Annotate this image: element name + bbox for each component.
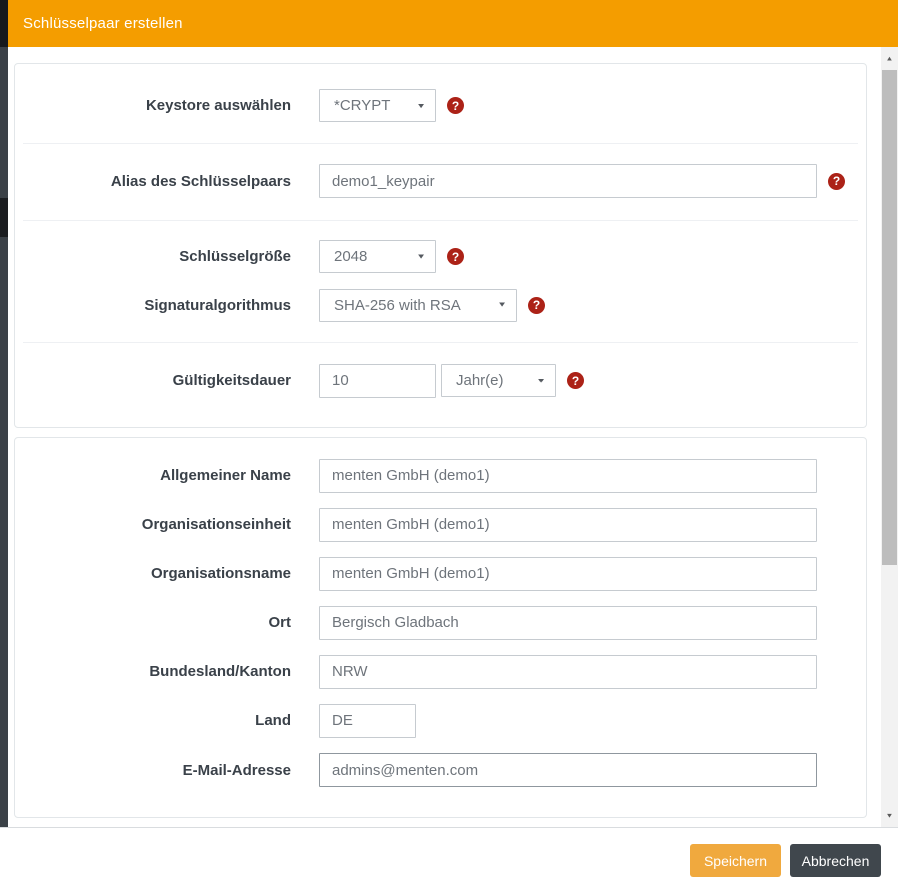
form-row-common-name: Allgemeiner Name [15,459,866,492]
validity-label: Gültigkeitsdauer [15,372,291,389]
row-divider [23,143,858,144]
common-name-label: Allgemeiner Name [15,467,291,484]
form-row-country: Land [15,704,866,737]
keysize-select-value: 2048 [320,248,367,265]
help-icon[interactable]: ? [828,173,845,190]
common-name-input[interactable] [319,459,817,493]
state-input[interactable] [319,655,817,689]
form-row-keystore: Keystore auswählen *CRYPT ▼ ? [15,89,866,122]
org-unit-input[interactable] [319,508,817,542]
validity-input[interactable] [319,364,436,398]
dialog-header: Schlüsselpaar erstellen [8,0,898,47]
state-label: Bundesland/Kanton [15,663,291,680]
background-sidebar-segment [0,198,8,237]
dialog-title: Schlüsselpaar erstellen [8,15,183,32]
help-icon[interactable]: ? [567,372,584,389]
form-row-keysize: Schlüsselgröße 2048 ▼ ? [15,240,866,273]
background-sidebar-segment [0,0,8,47]
signature-algorithm-label: Signaturalgorithmus [15,297,291,314]
chevron-down-icon: ▼ [497,301,507,309]
city-input[interactable] [319,606,817,640]
scroll-down-button[interactable]: ▼ [881,807,898,824]
dialog-body: Keystore auswählen *CRYPT ▼ ? Alias des … [8,47,881,827]
org-name-input[interactable] [319,557,817,591]
keysize-label: Schlüsselgröße [15,248,291,265]
signature-algorithm-select-value: SHA-256 with RSA [320,297,461,314]
org-unit-label: Organisationseinheit [15,516,291,533]
certificate-subject-section: Allgemeiner Name Organisationseinheit Or… [14,437,867,818]
help-icon[interactable]: ? [528,297,545,314]
modal-dialog: Schlüsselpaar erstellen Keystore auswähl… [0,0,898,891]
keystore-select-value: *CRYPT [320,97,390,114]
country-input[interactable] [319,704,416,738]
email-label: E-Mail-Adresse [15,762,291,779]
row-divider [23,220,858,221]
key-parameters-section: Keystore auswählen *CRYPT ▼ ? Alias des … [14,63,867,428]
scroll-up-button[interactable]: ▲ [881,50,898,67]
form-row-state: Bundesland/Kanton [15,655,866,688]
signature-algorithm-select[interactable]: SHA-256 with RSA ▼ [319,289,517,322]
chevron-down-icon: ▼ [416,102,426,110]
row-divider [23,342,858,343]
keystore-label: Keystore auswählen [15,97,291,114]
chevron-down-icon: ▼ [536,377,546,385]
form-row-org-name: Organisationsname [15,557,866,590]
email-input[interactable] [319,753,817,787]
help-icon[interactable]: ? [447,248,464,265]
keysize-select[interactable]: 2048 ▼ [319,240,436,273]
form-row-validity: Gültigkeitsdauer Jahr(e) ▼ ? [15,364,866,397]
form-row-city: Ort [15,606,866,639]
city-label: Ort [15,614,291,631]
chevron-down-icon: ▼ [416,253,426,261]
scroll-down-icon: ▼ [886,812,894,819]
cancel-button[interactable]: Abbrechen [790,844,881,877]
background-sidebar-edge [0,0,8,827]
form-row-email: E-Mail-Adresse [15,753,866,787]
dialog-footer: Speichern Abbrechen [0,827,898,891]
keystore-select[interactable]: *CRYPT ▼ [319,89,436,122]
country-label: Land [15,712,291,729]
save-button[interactable]: Speichern [690,844,781,877]
org-name-label: Organisationsname [15,565,291,582]
form-row-alias: Alias des Schlüsselpaars ? [15,164,866,198]
scroll-up-icon: ▲ [886,55,894,62]
validity-unit-select-value: Jahr(e) [442,372,504,389]
alias-label: Alias des Schlüsselpaars [15,173,291,190]
vertical-scrollbar[interactable]: ▲ ▼ [881,47,898,827]
form-row-signature-algorithm: Signaturalgorithmus SHA-256 with RSA ▼ ? [15,288,866,322]
alias-input[interactable] [319,164,817,198]
form-row-org-unit: Organisationseinheit [15,508,866,541]
help-icon[interactable]: ? [447,97,464,114]
validity-unit-select[interactable]: Jahr(e) ▼ [441,364,556,397]
scrollbar-thumb[interactable] [882,70,897,565]
